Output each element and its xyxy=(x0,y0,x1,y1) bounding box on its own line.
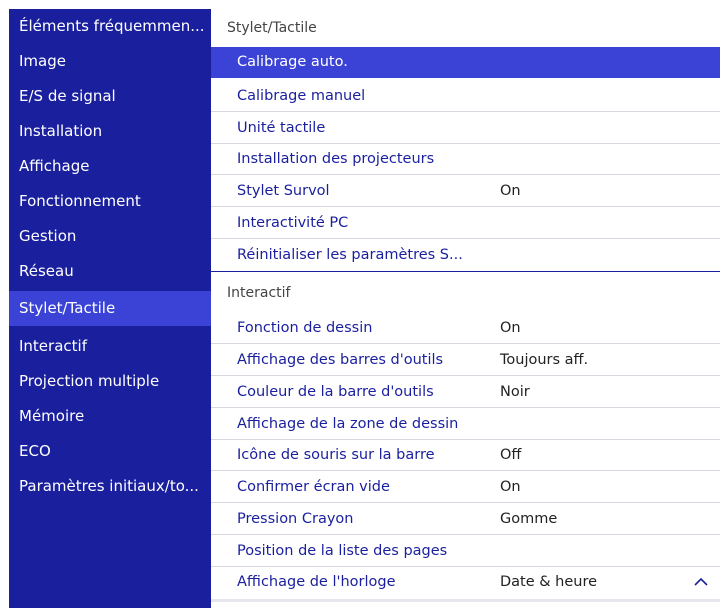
row-label: Calibrage manuel xyxy=(237,88,366,104)
sidebar-item-installation[interactable]: Installation xyxy=(9,114,211,149)
chevron-up-icon[interactable] xyxy=(691,572,711,592)
row-value: Gomme xyxy=(500,511,558,527)
row-label: Stylet Survol xyxy=(237,183,330,199)
sidebar-item-interactif[interactable]: Interactif xyxy=(9,329,211,364)
sidebar-item-network[interactable]: Réseau xyxy=(9,254,211,289)
sidebar-item-management[interactable]: Gestion xyxy=(9,219,211,254)
sidebar-item-display[interactable]: Affichage xyxy=(9,149,211,184)
row-label: Calibrage auto. xyxy=(237,54,348,70)
menu-window: Éléments fréquemmen... Image E/S de sign… xyxy=(0,0,720,608)
menu-row-pen-pressure[interactable]: Pression Crayon Gomme xyxy=(211,504,720,535)
menu-row-toolbar-color[interactable]: Couleur de la barre d'outils Noir xyxy=(211,377,720,408)
sidebar-item-operation[interactable]: Fonctionnement xyxy=(9,184,211,219)
section-title-interactif: Interactif xyxy=(227,285,291,301)
bottom-divider xyxy=(211,599,720,602)
sidebar-item-image[interactable]: Image xyxy=(9,44,211,79)
menu-row-page-list-position[interactable]: Position de la liste des pages xyxy=(211,536,720,567)
section-title-stylet: Stylet/Tactile xyxy=(227,20,317,36)
menu-row-projector-installation[interactable]: Installation des projecteurs xyxy=(211,144,720,175)
row-label: Pression Crayon xyxy=(237,511,354,527)
sidebar-item-frequent[interactable]: Éléments fréquemmen... xyxy=(9,9,211,44)
sidebar-item-signal-io[interactable]: E/S de signal xyxy=(9,79,211,114)
sidebar-item-stylet-tactile[interactable]: Stylet/Tactile xyxy=(9,291,211,326)
row-label: Affichage de l'horloge xyxy=(237,574,396,590)
row-value: On xyxy=(500,320,521,336)
menu-row-reset-settings[interactable]: Réinitialiser les paramètres S... xyxy=(211,240,720,271)
row-label: Interactivité PC xyxy=(237,215,349,231)
row-value: Off xyxy=(500,447,522,463)
menu-row-mouse-icon[interactable]: Icône de souris sur la barre Off xyxy=(211,440,720,471)
row-value: On xyxy=(500,479,521,495)
sidebar-item-memory[interactable]: Mémoire xyxy=(9,399,211,434)
row-label: Position de la liste des pages xyxy=(237,543,448,559)
menu-row-drawing-function[interactable]: Fonction de dessin On xyxy=(211,313,720,344)
row-value: Date & heure xyxy=(500,574,598,590)
row-value: Toujours aff. xyxy=(500,352,589,368)
row-label: Réinitialiser les paramètres S... xyxy=(237,247,463,263)
menu-row-touch-unit[interactable]: Unité tactile xyxy=(211,113,720,144)
row-label: Affichage de la zone de dessin xyxy=(237,416,459,432)
row-label: Fonction de dessin xyxy=(237,320,373,336)
row-label: Installation des projecteurs xyxy=(237,151,435,167)
section-divider xyxy=(211,271,720,272)
row-label: Icône de souris sur la barre xyxy=(237,447,435,463)
sidebar: Éléments fréquemmen... Image E/S de sign… xyxy=(9,9,211,608)
menu-row-drawing-area[interactable]: Affichage de la zone de dessin xyxy=(211,409,720,440)
menu-row-manual-calibration[interactable]: Calibrage manuel xyxy=(211,81,720,112)
sidebar-item-initial-settings[interactable]: Paramètres initiaux/to... xyxy=(9,469,211,504)
settings-panel: Stylet/Tactile Calibrage auto. Calibrage… xyxy=(211,9,720,608)
row-value: On xyxy=(500,183,521,199)
menu-row-pc-interactivity[interactable]: Interactivité PC xyxy=(211,208,720,239)
menu-row-clock-display[interactable]: Affichage de l'horloge Date & heure xyxy=(211,567,720,598)
menu-row-confirm-blank-screen[interactable]: Confirmer écran vide On xyxy=(211,472,720,503)
row-label: Couleur de la barre d'outils xyxy=(237,384,434,400)
row-value: Noir xyxy=(500,384,530,400)
sidebar-item-eco[interactable]: ECO xyxy=(9,434,211,469)
menu-row-stylus-hover[interactable]: Stylet Survol On xyxy=(211,176,720,207)
menu-row-toolbar-display[interactable]: Affichage des barres d'outils Toujours a… xyxy=(211,345,720,376)
menu-row-auto-calibration[interactable]: Calibrage auto. xyxy=(211,47,720,78)
row-label: Affichage des barres d'outils xyxy=(237,352,444,368)
sidebar-item-multi-projection[interactable]: Projection multiple xyxy=(9,364,211,399)
row-label: Unité tactile xyxy=(237,120,326,136)
row-label: Confirmer écran vide xyxy=(237,479,390,495)
